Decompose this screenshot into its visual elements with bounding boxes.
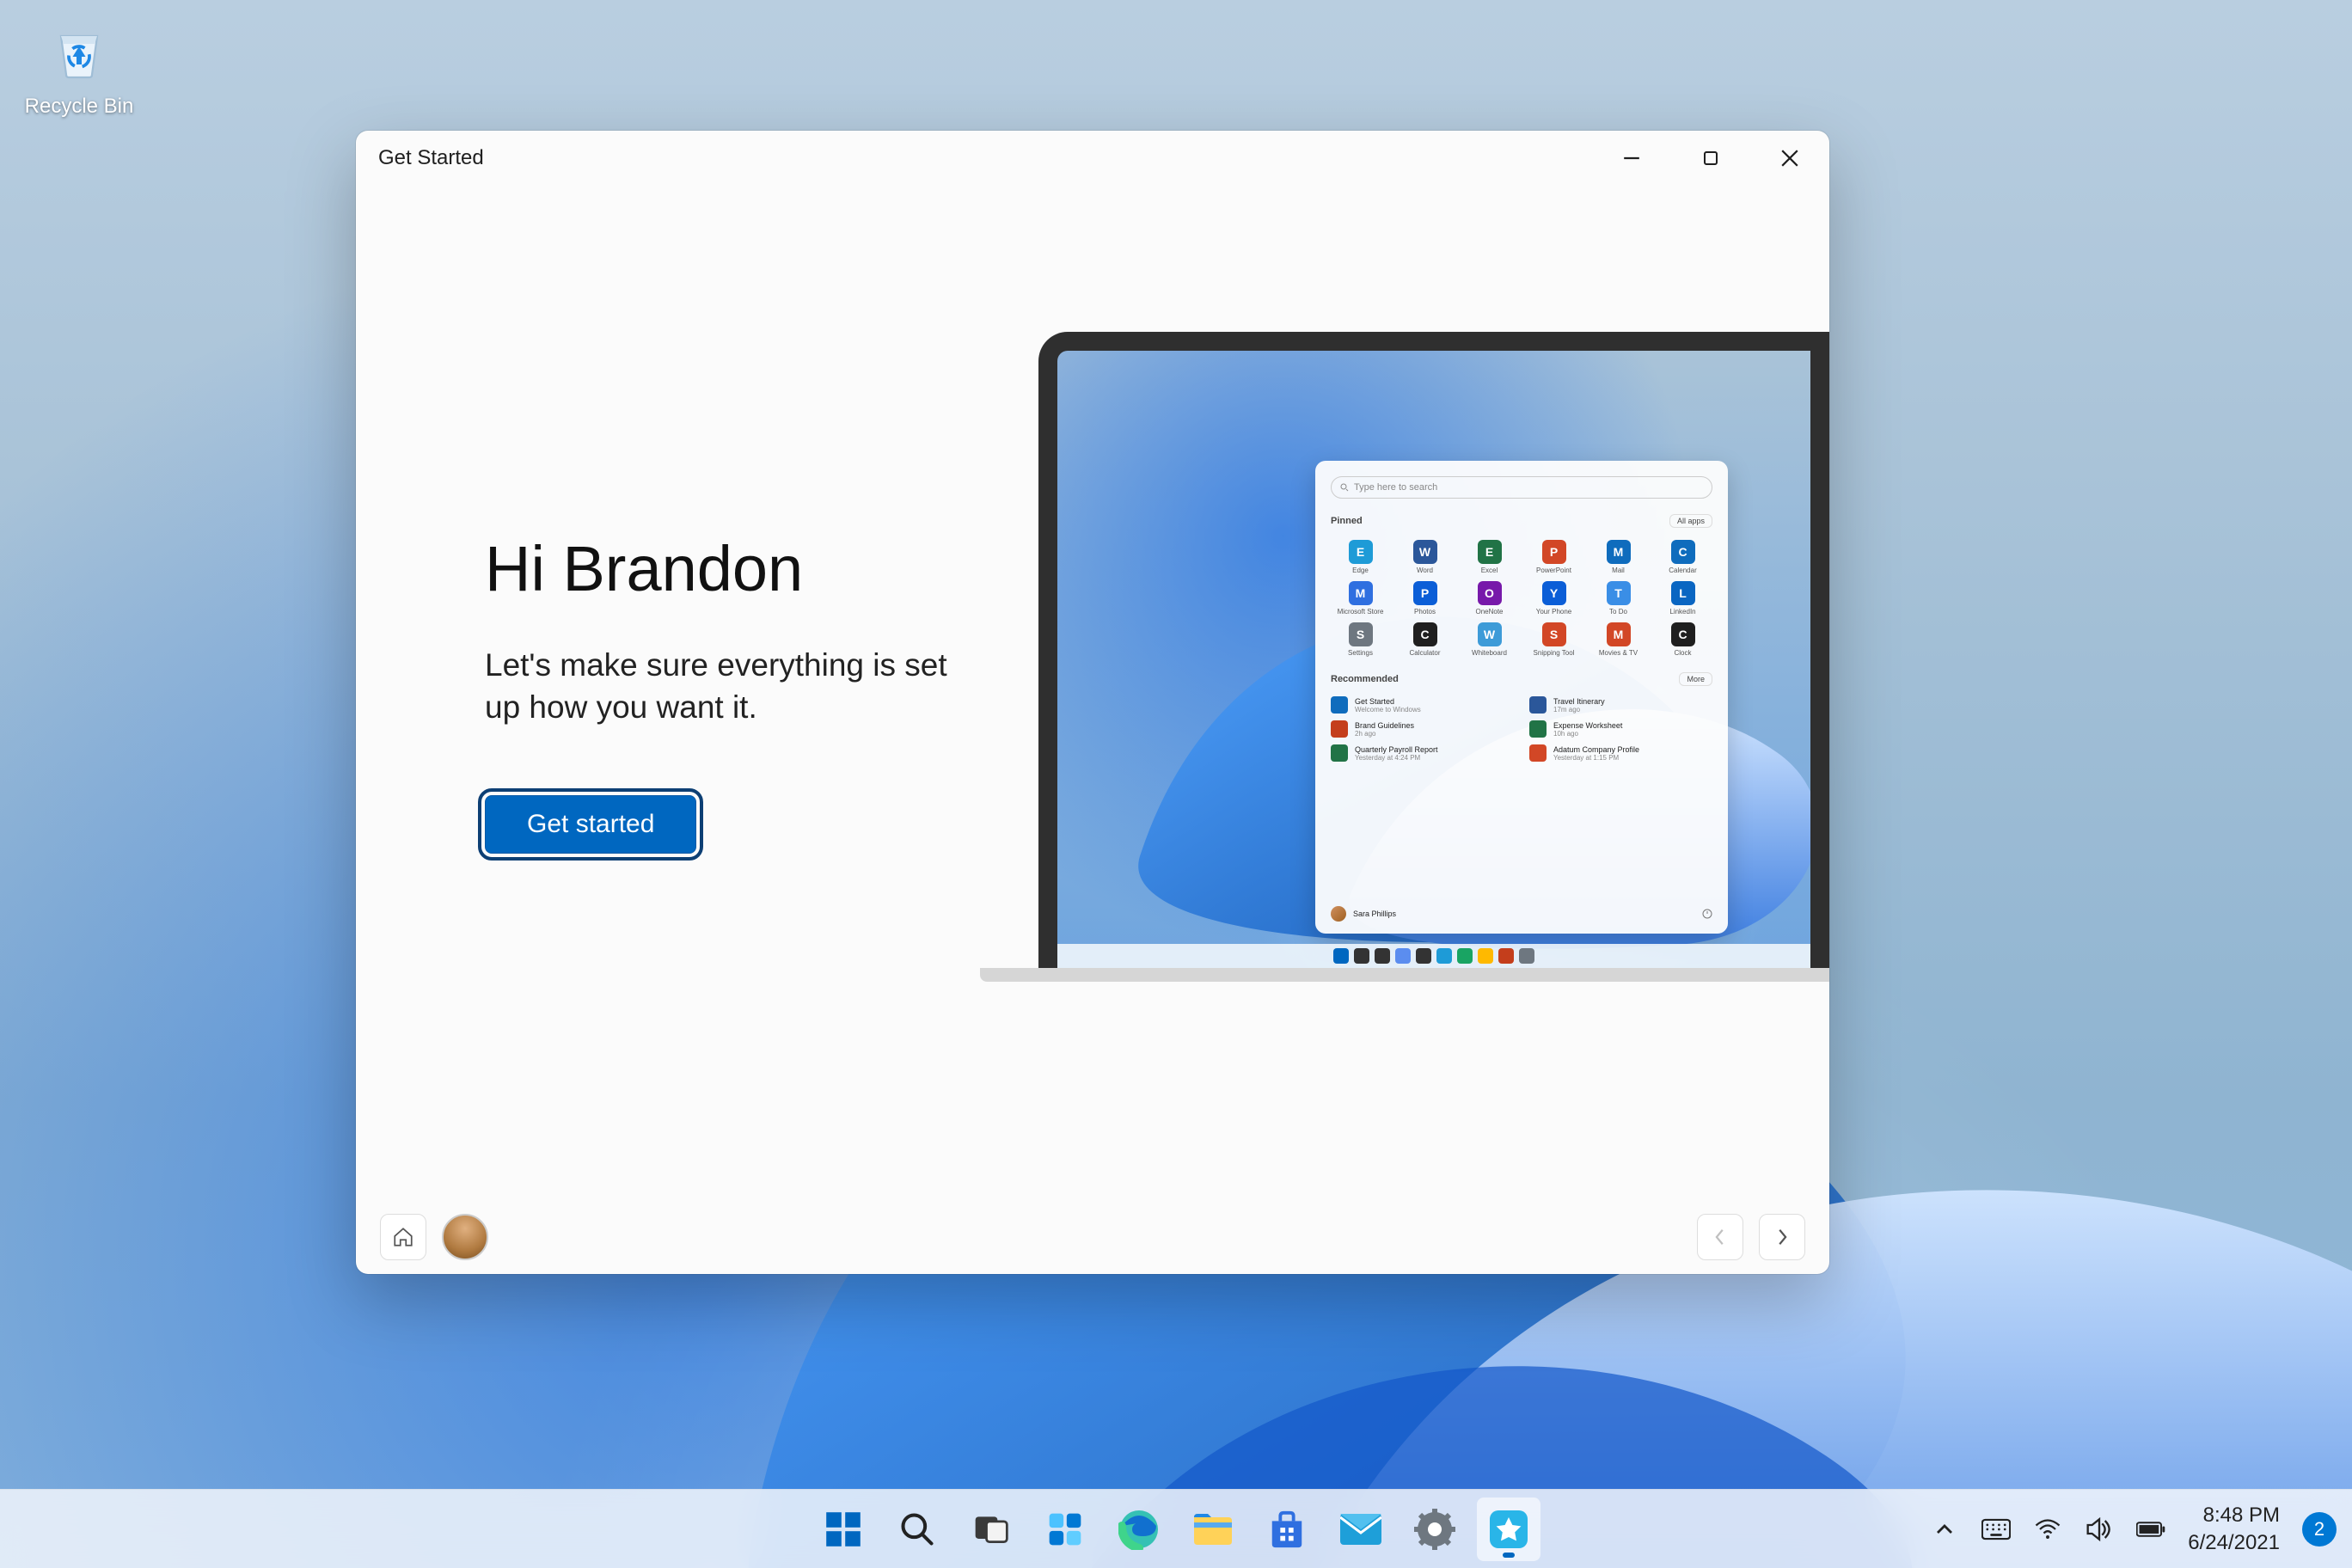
mail-icon	[1339, 1508, 1382, 1551]
search-icon	[896, 1508, 939, 1551]
taskbar-settings-button[interactable]	[1403, 1498, 1467, 1561]
taskbar-widgets-button[interactable]	[1033, 1498, 1097, 1561]
start-search-preview: Type here to search	[1331, 476, 1712, 499]
battery-icon[interactable]	[2136, 1515, 2165, 1544]
window-minimize-button[interactable]	[1592, 131, 1671, 186]
recommended-file: Get StartedWelcome to Windows	[1331, 696, 1514, 714]
start-icon	[822, 1508, 865, 1551]
edge-icon	[1118, 1508, 1161, 1551]
recommended-file: Expense Worksheet10h ago	[1529, 720, 1712, 738]
task-view-icon	[970, 1508, 1013, 1551]
pinned-app: CCalendar	[1653, 540, 1712, 574]
pinned-app: PPhotos	[1395, 581, 1455, 616]
pinned-app: MMovies & TV	[1589, 622, 1648, 657]
laptop-illustration: Type here to search Pinned All apps EEdg…	[1038, 332, 1829, 968]
taskbar-edge-button[interactable]	[1107, 1498, 1171, 1561]
taskbar-search-button[interactable]	[885, 1498, 949, 1561]
window-get-started: Get Started Hi Brandon Let's make sure e…	[356, 131, 1829, 1274]
volume-icon[interactable]	[2085, 1515, 2114, 1544]
pinned-app: TTo Do	[1589, 581, 1648, 616]
start-menu-preview: Type here to search Pinned All apps EEdg…	[1315, 461, 1728, 934]
pinned-app: LLinkedIn	[1653, 581, 1712, 616]
pinned-app: WWord	[1395, 540, 1455, 574]
home-button[interactable]	[380, 1214, 426, 1260]
pinned-app: WWhiteboard	[1460, 622, 1519, 657]
recycle-bin-icon	[43, 15, 115, 88]
page-heading: Hi Brandon	[485, 532, 1078, 605]
settings-icon	[1413, 1508, 1456, 1551]
pinned-app: SSnipping Tool	[1524, 622, 1583, 657]
taskbar-file-explorer-button[interactable]	[1181, 1498, 1245, 1561]
file-explorer-icon	[1191, 1508, 1234, 1551]
window-title: Get Started	[378, 146, 484, 170]
pinned-app: OOneNote	[1460, 581, 1519, 616]
keyboard-icon[interactable]	[1981, 1515, 2011, 1544]
taskbar-clock[interactable]: 8:48 PM 6/24/2021	[2188, 1502, 2280, 1555]
taskbar-start-button[interactable]	[812, 1498, 875, 1561]
clock-date: 6/24/2021	[2188, 1529, 2280, 1556]
clock-time: 8:48 PM	[2188, 1502, 2280, 1528]
nav-back-button[interactable]	[1697, 1214, 1743, 1260]
taskbar-mail-button[interactable]	[1329, 1498, 1393, 1561]
recommended-file: Quarterly Payroll ReportYesterday at 4:2…	[1331, 744, 1514, 762]
window-close-button[interactable]	[1750, 131, 1829, 186]
taskbar-microsoft-store-button[interactable]	[1255, 1498, 1319, 1561]
pinned-app: CCalculator	[1395, 622, 1455, 657]
notifications-badge[interactable]: 2	[2302, 1512, 2337, 1547]
recommended-file: Brand Guidelines2h ago	[1331, 720, 1514, 738]
pinned-app: CClock	[1653, 622, 1712, 657]
taskbar-get-started-button[interactable]	[1477, 1498, 1540, 1561]
window-maximize-button[interactable]	[1671, 131, 1750, 186]
page-subheading: Let's make sure everything is set up how…	[485, 645, 966, 729]
taskbar: 8:48 PM 6/24/2021 2	[0, 1489, 2352, 1568]
user-avatar[interactable]	[442, 1214, 488, 1260]
pinned-app: PPowerPoint	[1524, 540, 1583, 574]
pinned-app: EExcel	[1460, 540, 1519, 574]
microsoft-store-icon	[1265, 1508, 1308, 1551]
desktop-icon-recycle-bin[interactable]: Recycle Bin	[15, 15, 143, 119]
pinned-app: MMail	[1589, 540, 1648, 574]
recommended-file: Adatum Company ProfileYesterday at 1:15 …	[1529, 744, 1712, 762]
recommended-file: Travel Itinerary17m ago	[1529, 696, 1712, 714]
get-started-icon	[1487, 1508, 1530, 1551]
get-started-button[interactable]: Get started	[485, 795, 696, 854]
pinned-app: EEdge	[1331, 540, 1390, 574]
widgets-icon	[1044, 1508, 1087, 1551]
pinned-app: YYour Phone	[1524, 581, 1583, 616]
nav-forward-button[interactable]	[1759, 1214, 1805, 1260]
desktop-icon-label: Recycle Bin	[15, 95, 143, 119]
taskbar-task-view-button[interactable]	[959, 1498, 1023, 1561]
wifi-icon[interactable]	[2033, 1515, 2062, 1544]
pinned-app: SSettings	[1331, 622, 1390, 657]
pinned-app: MMicrosoft Store	[1331, 581, 1390, 616]
tray-overflow-icon[interactable]	[1930, 1515, 1959, 1544]
titlebar[interactable]: Get Started	[356, 131, 1829, 186]
